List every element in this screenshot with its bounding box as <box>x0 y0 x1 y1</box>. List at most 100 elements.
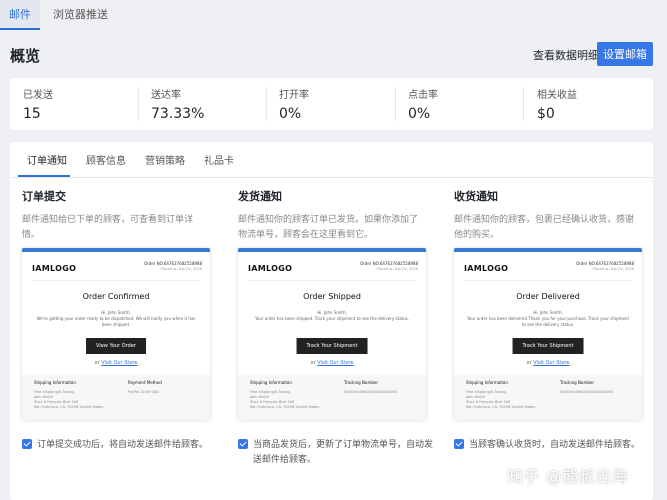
preview-visit: or Visit Our Store <box>238 360 426 366</box>
card-title: 发货通知 <box>238 190 282 203</box>
preview-greeting: Hi, John Smith, <box>101 310 131 315</box>
card-delivery-notice: 收货通知 邮件通知你的顾客，包裹已经确认收货，感谢他的购买。 <box>454 188 642 245</box>
preview-body: Your order has been delivered.Thank you … <box>466 316 630 327</box>
stat-value: 0% <box>279 106 302 122</box>
page-title: 概览 <box>10 47 41 65</box>
preview-visit-prefix: or <box>310 360 316 366</box>
checkbox-checked-icon[interactable] <box>238 439 248 449</box>
stat-label: 相关收益 <box>537 90 577 101</box>
preview-line: PayPal 20.00 USD <box>128 390 159 394</box>
preview-message: Hi, John Smith, We're getting your order… <box>34 310 198 328</box>
preview-line: San Francisco, CA, 94158 United States <box>34 405 104 409</box>
preview-line: Terry A Francois Blvd 500 <box>34 400 79 404</box>
stat-label: 送达率 <box>151 90 181 101</box>
preview-right-heading: Payment Method <box>128 380 162 385</box>
checkbox-checked-icon[interactable] <box>22 439 32 449</box>
stat-divider <box>523 87 524 121</box>
subtab-marketing[interactable]: 营销策略 <box>145 152 185 167</box>
preview-body: We're getting your order ready to be dis… <box>36 316 196 327</box>
preview-message: Hi, John Smith, Your order has been deli… <box>466 310 630 328</box>
preview-line: San Francisco, CA, 94158 United States <box>250 405 320 409</box>
preview-line: John Smith <box>34 395 53 399</box>
stat-divider <box>395 87 396 121</box>
tab-email[interactable]: 邮件 <box>0 0 40 30</box>
setup-mailbox-button[interactable]: 设置邮箱 <box>597 42 653 66</box>
preview-visit: or Visit Our Store <box>22 360 210 366</box>
checkbox-label: 订单提交成功后，将自动发送邮件给顾客。 <box>37 440 209 450</box>
preview-cta-button: Track Your Shipment <box>296 338 368 354</box>
preview-right-heading: Tracking Number <box>344 380 378 385</box>
preview-line: Free Shipping(3-5days) <box>466 390 507 394</box>
preview-visit-link: Visit Our Store <box>533 360 570 366</box>
stat-click-rate: 点击率 0% <box>408 86 438 124</box>
view-details-link[interactable]: 查看数据明细 <box>533 47 599 63</box>
email-preview-order-delivered[interactable]: IAMLOGO Order NO.647637682558988 Placed … <box>454 248 642 420</box>
notifications-panel: 订单通知 顾客信息 营销策略 礼品卡 订单提交 邮件通知给已下单的顾客，可查看到… <box>10 142 653 500</box>
stat-label: 点击率 <box>408 90 438 101</box>
preview-heading: Order Shipped <box>303 292 361 301</box>
stat-value: 73.33% <box>151 106 205 122</box>
preview-line: Terry A Francois Blvd 500 <box>466 400 511 404</box>
preview-line: San Francisco, CA, 94158 United States <box>466 405 536 409</box>
preview-heading: Order Delivered <box>516 292 580 301</box>
stat-sent: 已发送 15 <box>23 86 53 124</box>
preview-right-lines: 940000000000000000000000 <box>344 390 397 395</box>
checkbox-checked-icon[interactable] <box>454 439 464 449</box>
preview-heading: Order Confirmed <box>82 292 150 301</box>
preview-right-lines: PayPal 20.00 USD <box>128 390 159 395</box>
checkbox-label: 当商品发货后，更新了订单物流单号，自动发送邮件给顾客。 <box>253 440 434 465</box>
preview-left-lines: Free Shipping(3-5days) John Smith Terry … <box>250 390 319 410</box>
stat-value: $0 <box>537 106 555 122</box>
preview-line: 940000000000000000000000 <box>560 390 614 394</box>
preview-cta-button: View Your Order <box>86 338 146 354</box>
preview-order-number: Order NO.647637682558988 <box>359 261 418 266</box>
checkbox-label: 当顾客确认收货时，自动发送邮件给顾客。 <box>469 440 641 450</box>
card-description: 邮件通知你的顾客订单已发货。如果你添加了物流单号，顾客会在这里看到它。 <box>238 215 419 240</box>
tab-browser-push[interactable]: 浏览器推送 <box>53 0 108 30</box>
preview-visit-link: Visit Our Store <box>101 360 138 366</box>
preview-greeting: Hi, John Smith, <box>317 310 347 315</box>
subtab-gift-card[interactable]: 礼品卡 <box>204 152 234 167</box>
card-title: 订单提交 <box>22 190 66 203</box>
preview-order-number: Order NO.647637682558988 <box>143 261 202 266</box>
preview-divider <box>32 280 200 281</box>
watermark: 知乎 @熊叔出海 <box>507 467 629 486</box>
tab-email-label: 邮件 <box>9 8 31 21</box>
preview-footer: Shipping Information Free Shipping(3-5da… <box>454 374 642 420</box>
stat-open-rate: 打开率 0% <box>279 86 309 124</box>
card-order-submitted: 订单提交 邮件通知给已下单的顾客，可查看到订单详情。 <box>22 188 210 245</box>
preview-right-heading: Tracking Number <box>560 380 594 385</box>
preview-line: John Smith <box>250 395 269 399</box>
preview-line: Free Shipping(3-5days) <box>34 390 75 394</box>
email-preview-order-confirmed[interactable]: IAMLOGO Order NO.647637682558988 Placed … <box>22 248 210 420</box>
preview-left-heading: Shipping Information <box>466 380 508 385</box>
preview-line: 940000000000000000000000 <box>344 390 398 394</box>
subtab-customer-info[interactable]: 顾客信息 <box>86 152 126 167</box>
stat-value: 0% <box>408 106 431 122</box>
preview-divider <box>464 280 632 281</box>
stats-card: 已发送 15 送达率 73.33% 打开率 0% 点击率 0% 相关收益 $0 <box>10 78 653 130</box>
stat-divider <box>266 87 267 121</box>
preview-visit-prefix: or <box>94 360 100 366</box>
preview-divider <box>248 280 416 281</box>
preview-left-lines: Free Shipping(3-5days) John Smith Terry … <box>466 390 535 410</box>
email-preview-order-shipped[interactable]: IAMLOGO Order NO.647637682558988 Placed … <box>238 248 426 420</box>
preview-message: Hi, John Smith, Your order has been ship… <box>250 310 414 322</box>
preview-logo: IAMLOGO <box>464 264 509 273</box>
preview-cta-button: Track Your Shipment <box>512 338 584 354</box>
preview-line: Free Shipping(3-5days) <box>250 390 291 394</box>
preview-order-date: Placed on Sep 25, 2020 <box>592 267 634 271</box>
preview-order-date: Placed on Sep 25, 2020 <box>160 267 202 271</box>
subtab-order-notifications[interactable]: 订单通知 <box>27 152 67 167</box>
card-title: 收货通知 <box>454 190 498 203</box>
preview-visit: or Visit Our Store <box>454 360 642 366</box>
preview-logo: IAMLOGO <box>32 264 77 273</box>
stat-value: 15 <box>23 106 41 122</box>
stat-divider <box>138 87 139 121</box>
tab-browser-push-label: 浏览器推送 <box>53 8 108 21</box>
preview-left-lines: Free Shipping(3-5days) John Smith Terry … <box>34 390 103 410</box>
preview-line: John Smith <box>466 395 485 399</box>
top-navigation: 邮件 浏览器推送 <box>0 0 667 30</box>
stat-revenue: 相关收益 $0 <box>537 86 577 124</box>
card-shipping-notice: 发货通知 邮件通知你的顾客订单已发货。如果你添加了物流单号，顾客会在这里看到它。 <box>238 188 426 245</box>
